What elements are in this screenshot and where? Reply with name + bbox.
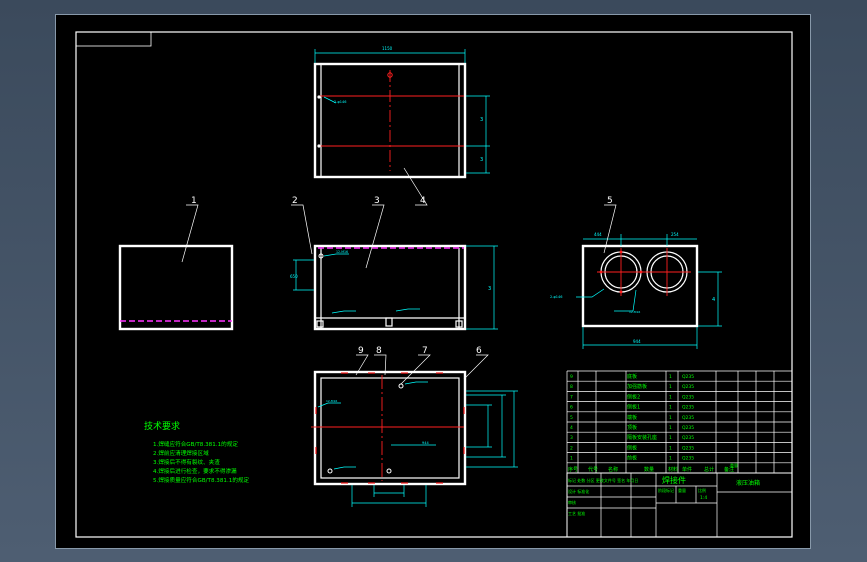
part-label-3: 3 bbox=[374, 196, 380, 206]
bom-header: 代号 bbox=[588, 466, 598, 473]
cad-viewport[interactable]: 1150 3 3 2-φ146 12-M16 650 3 444 254 944… bbox=[55, 14, 811, 549]
bom-header: 材料 bbox=[668, 466, 678, 473]
bom-name: 底板 bbox=[627, 373, 637, 380]
bom-mat: Q235 bbox=[682, 425, 694, 431]
bottom-red-ticks bbox=[315, 372, 465, 484]
title-scale-label: 比例 bbox=[698, 487, 706, 493]
bom-header: 总计 bbox=[704, 466, 714, 473]
title-row-label: 工艺 批准 bbox=[568, 510, 585, 516]
bom-no: 8 bbox=[570, 384, 573, 390]
bom-qty: 1 bbox=[669, 456, 672, 462]
bom-qty: 1 bbox=[669, 374, 672, 380]
tech-line-2: 2.焊前应清理焊接区域 bbox=[153, 449, 209, 457]
dim-side-a: 3 bbox=[480, 117, 483, 123]
title-scale-label: 重量 bbox=[678, 487, 686, 493]
part-label-2: 2 bbox=[292, 196, 298, 206]
part-leaders bbox=[181, 167, 617, 385]
bom-header: 序号 bbox=[568, 466, 578, 473]
bom-no: 4 bbox=[570, 425, 573, 431]
part-label-1: 1 bbox=[191, 196, 197, 206]
bom-qty: 1 bbox=[669, 415, 672, 421]
bom-qty: 1 bbox=[669, 384, 672, 390]
right-view: 444 254 944 4 2-φ146 12-M16 bbox=[550, 232, 722, 349]
bom-no: 3 bbox=[570, 435, 573, 441]
svg-text:12-M16: 12-M16 bbox=[326, 399, 337, 403]
bom-name: 加强筋板 bbox=[627, 383, 647, 390]
corner-tag-box bbox=[75, 31, 152, 47]
tech-title: 技术要求 bbox=[144, 420, 180, 432]
bom-qty: 1 bbox=[669, 405, 672, 411]
bom-qty: 1 bbox=[669, 445, 672, 451]
title-drawing-name: 液压油箱 bbox=[736, 479, 760, 487]
title-row-label: 设计 标准化 bbox=[568, 488, 589, 494]
dim-front-h1: 650 bbox=[290, 274, 298, 279]
front-view: 12-M16 650 3 bbox=[290, 244, 498, 331]
bom-no: 1 bbox=[570, 456, 573, 462]
title-scale: 1:4 bbox=[700, 495, 707, 501]
tech-line-3: 3.焊接后不得有裂纹、夹渣 bbox=[153, 458, 220, 466]
bom-no: 5 bbox=[570, 415, 573, 421]
bom-name: 端板 bbox=[627, 414, 637, 421]
bom-no: 9 bbox=[570, 374, 573, 380]
dim-right-w1: 444 bbox=[594, 232, 602, 237]
part-label-9: 9 bbox=[358, 346, 364, 356]
left-view bbox=[118, 244, 234, 331]
bom-header: 数量 bbox=[644, 466, 654, 473]
bom-header: 名称 bbox=[608, 466, 618, 473]
bom-qty: 1 bbox=[669, 394, 672, 400]
tech-line-4: 4.焊接后进行检查，要求不得渗漏 bbox=[153, 467, 237, 475]
part-label-5: 5 bbox=[607, 196, 613, 206]
dim-top-width: 1150 bbox=[382, 46, 393, 51]
bom-qty: 1 bbox=[669, 425, 672, 431]
bom-table: 9 底板 1 Q2358 加强筋板 1 Q2357 侧板2 1 Q2356 侧板1 1 Q2355 端板 1… bbox=[566, 370, 793, 474]
bom-no: 6 bbox=[570, 405, 573, 411]
tech-line-5: 5.焊接质量应符合GB/T8.381.1的规定 bbox=[153, 476, 250, 484]
dim-right-h: 4 bbox=[712, 297, 715, 303]
dim-right-w2: 254 bbox=[671, 232, 679, 237]
bom-qty: 1 bbox=[669, 435, 672, 441]
bom-mat: Q235 bbox=[682, 405, 694, 411]
bom-name: 前板 bbox=[627, 455, 637, 462]
bolt-note: 12-M16 bbox=[629, 310, 640, 314]
top-view: 1150 3 3 2-φ146 bbox=[313, 46, 490, 179]
bom-mat: Q235 bbox=[682, 445, 694, 451]
bom-mat: Q235 bbox=[682, 384, 694, 390]
dim-front-h2: 3 bbox=[488, 286, 491, 292]
title-row-label: 审核 bbox=[568, 499, 576, 505]
bom-mat: Q235 bbox=[682, 435, 694, 441]
tech-requirements: 技术要求 1.焊缝应符合GB/T8.381.1的规定 2.焊前应清理焊接区域 3… bbox=[144, 420, 250, 484]
title-row-label: 标记 处数 分区 更改文件号 签名 年月日 bbox=[568, 477, 638, 483]
bom-name: 侧板 bbox=[627, 444, 637, 451]
bom-mat: Q235 bbox=[682, 374, 694, 380]
title-block: 焊接件 液压油箱 标记 处数 分区 更改文件号 签名 年月日设计 标准化审核工艺 批… bbox=[566, 472, 793, 538]
part-label-7: 7 bbox=[422, 346, 428, 356]
tech-line-1: 1.焊缝应符合GB/T8.381.1的规定 bbox=[153, 440, 238, 448]
bom-name: 顶板 bbox=[627, 424, 637, 431]
dim-side-b: 3 bbox=[480, 157, 483, 163]
bom-mat: Q235 bbox=[682, 456, 694, 462]
title-scale-label: 阶段标记 bbox=[658, 487, 674, 493]
bom-name: 隔板安装孔座 bbox=[627, 434, 657, 441]
hole-note: 2-φ146 bbox=[550, 295, 562, 299]
top-note: 2-φ146 bbox=[334, 100, 346, 104]
bom-mat: Q235 bbox=[682, 394, 694, 400]
dim-right-total: 944 bbox=[633, 339, 641, 344]
bom-mat: Q235 bbox=[682, 415, 694, 421]
part-label-6: 6 bbox=[476, 346, 482, 356]
part-label-4: 4 bbox=[420, 196, 426, 206]
dim-bottom-inner: 944 bbox=[422, 441, 429, 445]
bom-header: 单件 bbox=[682, 466, 692, 473]
title-part-name: 焊接件 bbox=[662, 475, 686, 485]
technical-drawing: 1150 3 3 2-φ146 12-M16 650 3 444 254 944… bbox=[75, 31, 793, 538]
bom-name: 侧板2 bbox=[627, 393, 640, 400]
bottom-view: 12-M16 944 bbox=[311, 370, 518, 507]
part-label-8: 8 bbox=[376, 346, 382, 356]
bom-name: 侧板1 bbox=[627, 404, 640, 411]
bom-no: 2 bbox=[570, 445, 573, 451]
bom-header-weight: 重量 bbox=[730, 462, 738, 468]
svg-text:12-M16: 12-M16 bbox=[336, 250, 348, 254]
bom-no: 7 bbox=[570, 394, 573, 400]
